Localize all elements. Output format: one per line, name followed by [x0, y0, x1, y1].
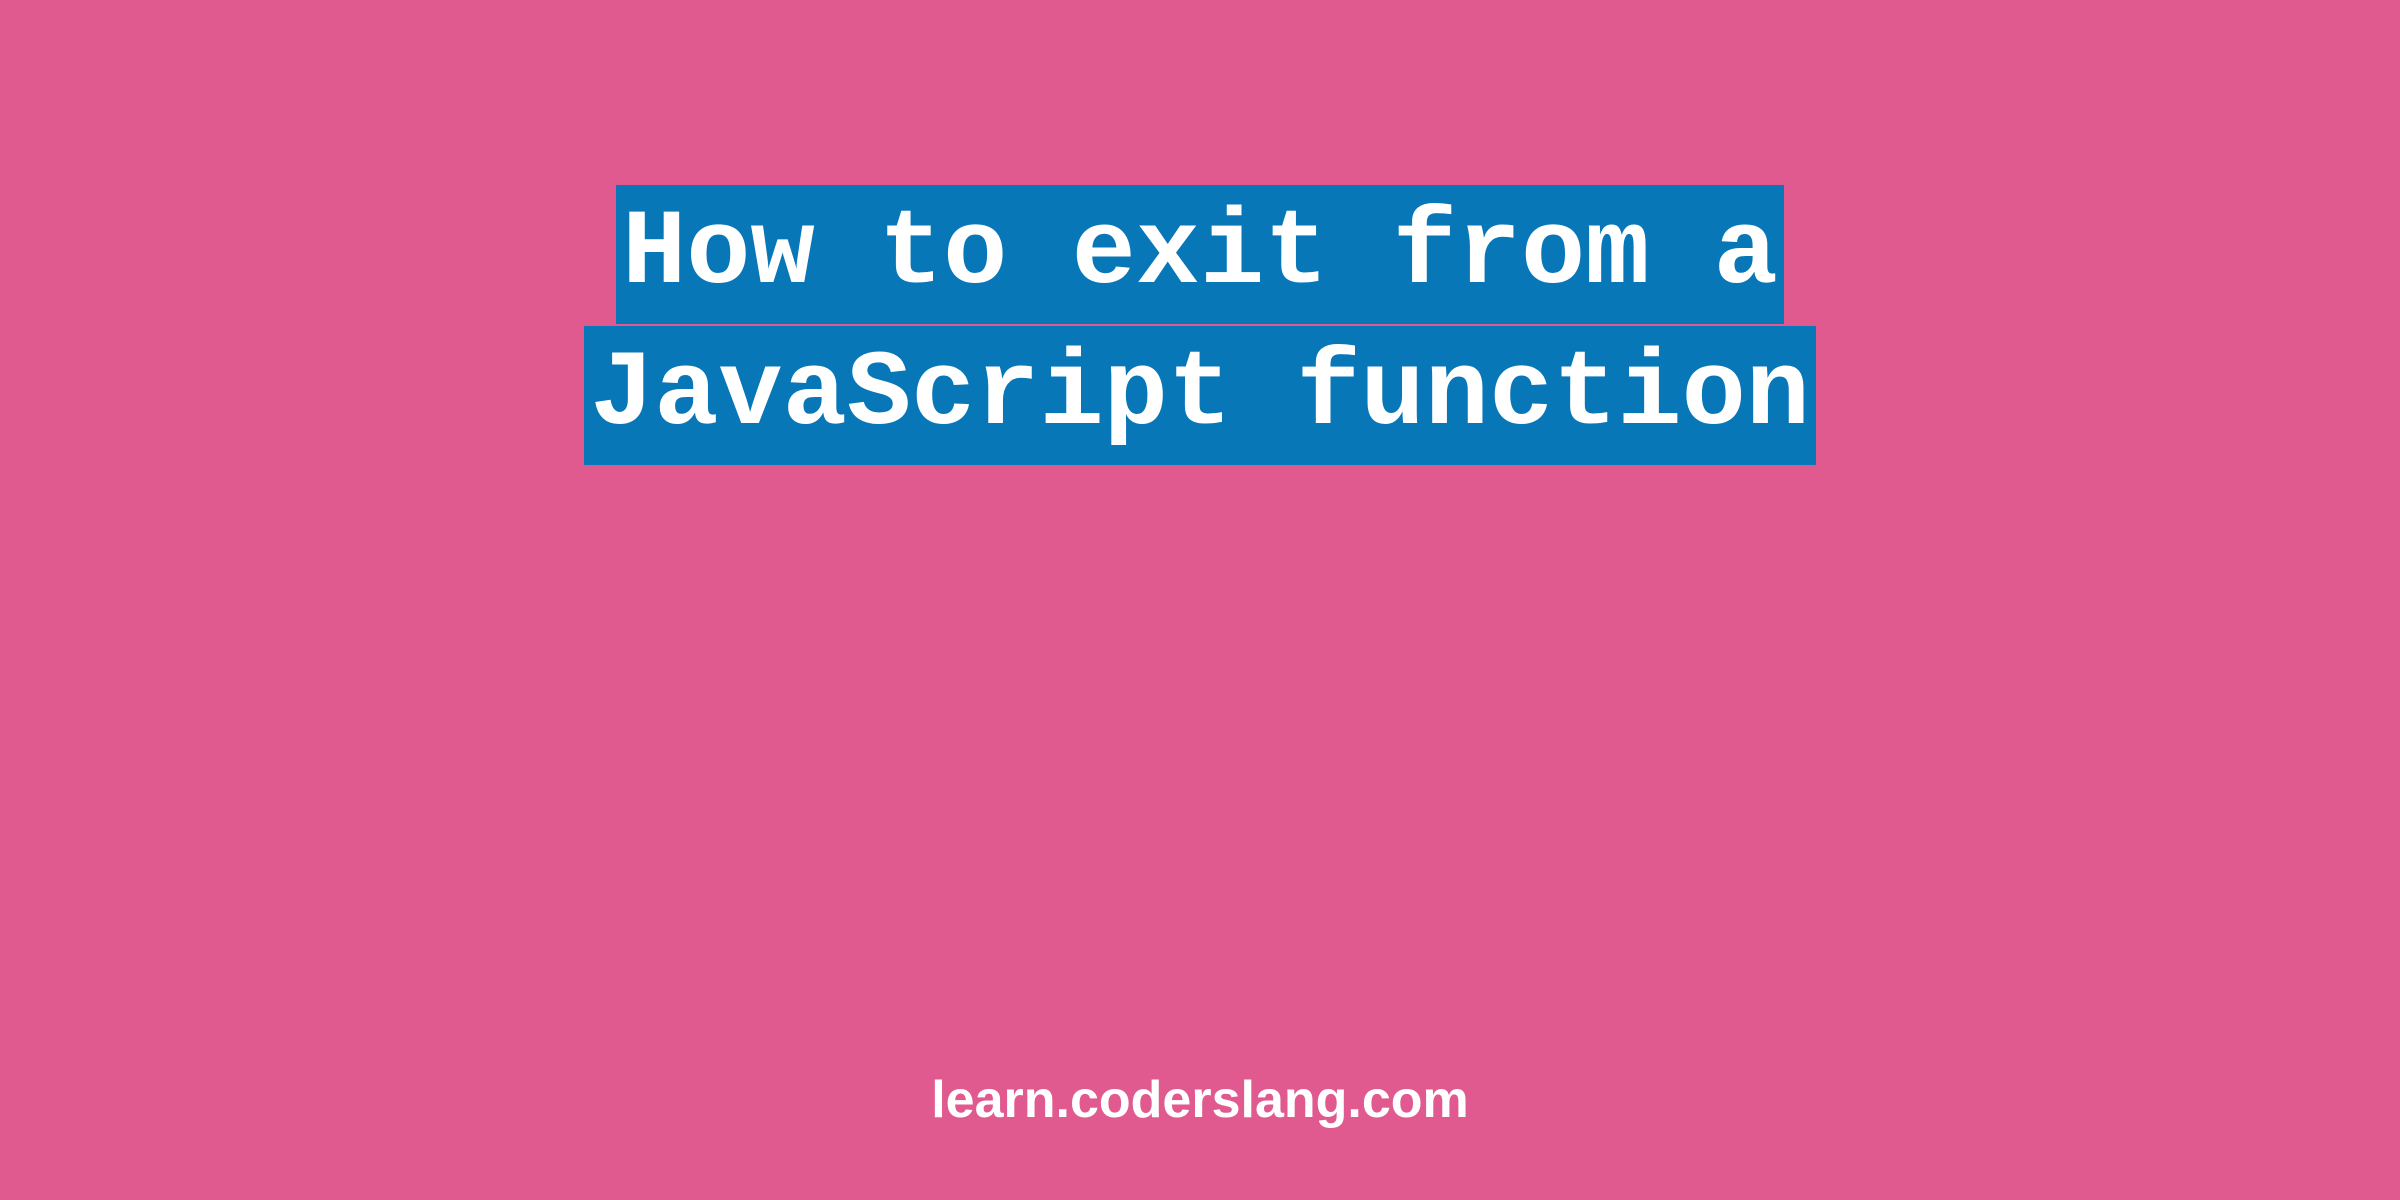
footer-url: learn.coderslang.com	[0, 1070, 2400, 1130]
page-title: How to exit from a JavaScript function	[0, 185, 2400, 467]
title-line-1: How to exit from a	[616, 185, 1784, 324]
title-line-2: JavaScript function	[584, 326, 1816, 465]
